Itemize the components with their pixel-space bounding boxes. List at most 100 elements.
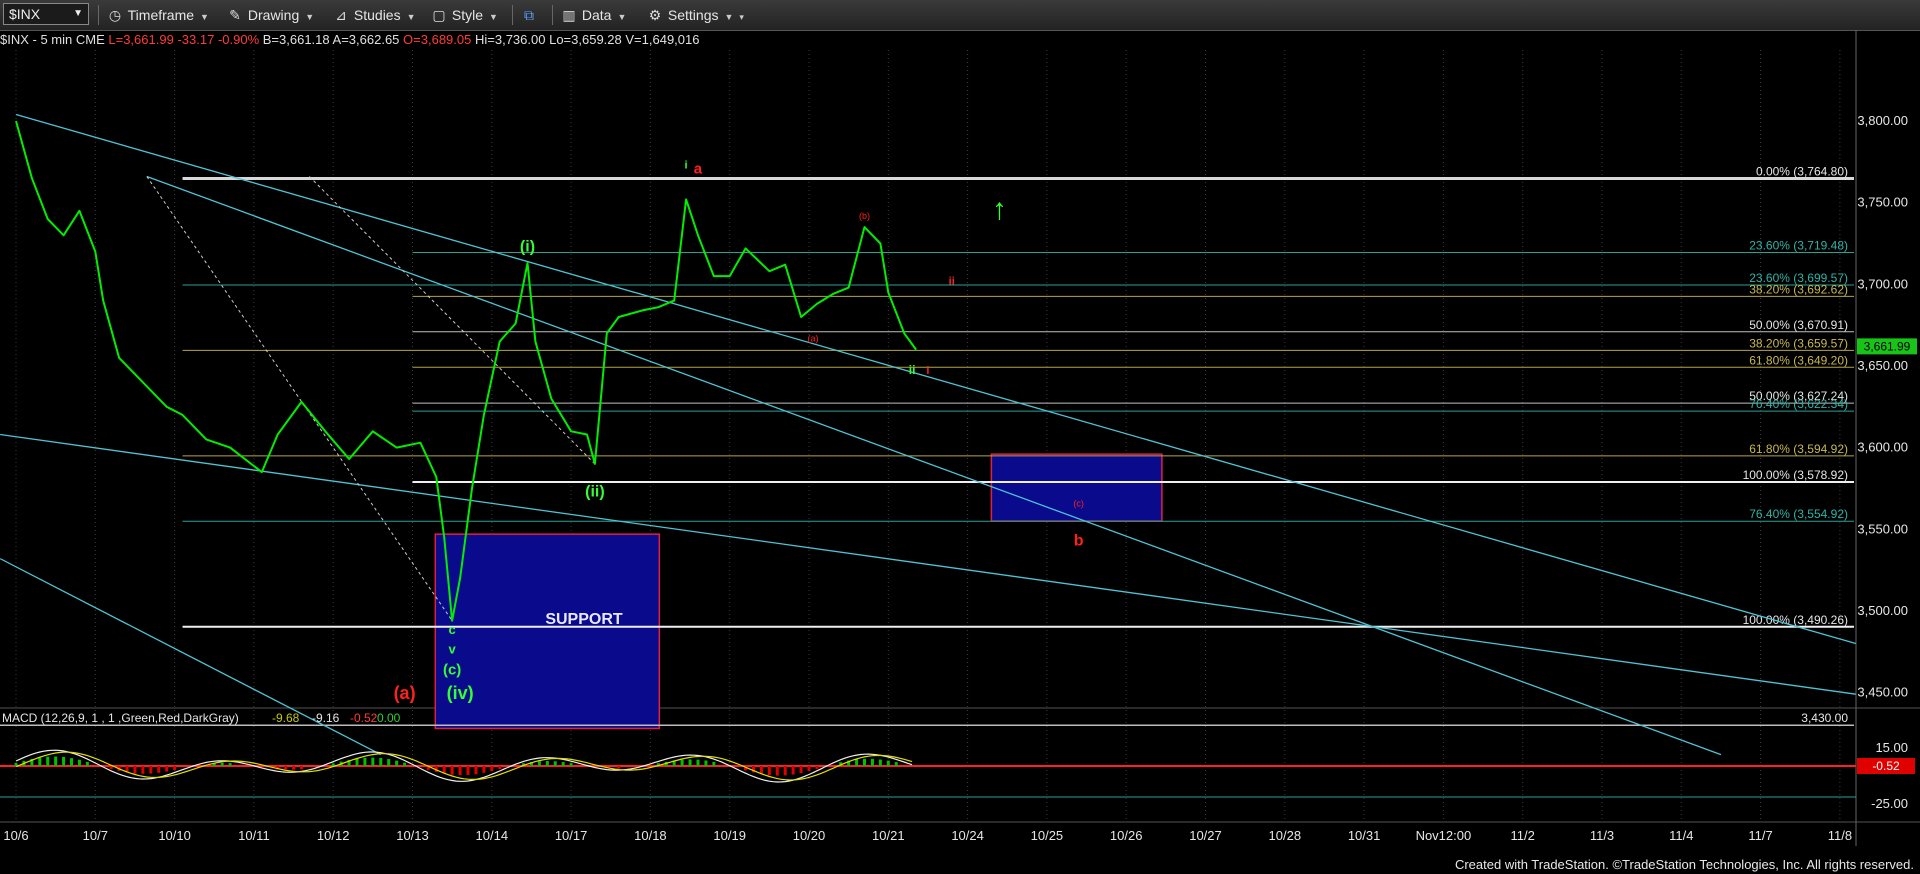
wave-label: i (926, 365, 929, 377)
macd-last-label: -0.52 (1872, 759, 1900, 773)
toolbar-divider (98, 5, 99, 25)
support-label: SUPPORT (545, 611, 623, 628)
toolbar-divider (552, 5, 553, 25)
window-layout-icon: ⧉ (524, 7, 534, 23)
x-tick-label: 10/20 (793, 828, 826, 843)
fib-level-label: 38.20% (3,659.57) (1749, 336, 1848, 350)
plot-area (0, 50, 1856, 710)
x-tick-label: 10/24 (951, 828, 984, 843)
x-tick-label: 10/27 (1189, 828, 1222, 843)
chevron-down-icon: ▼ (724, 12, 734, 22)
drawing-menu[interactable]: ✎ Drawing ▼ (226, 4, 314, 26)
macd-value: -9.68 (272, 711, 300, 725)
settings-menu[interactable]: ⚙ Settings ▼ ▾ (646, 4, 744, 26)
wave-label: c (449, 622, 456, 637)
macd-y-tick: -25.00 (1871, 796, 1908, 811)
y-tick-label: 3,650.00 (1857, 358, 1908, 373)
chevron-down-icon: ▼ (406, 12, 416, 22)
fib-level-label: 50.00% (3,670.91) (1749, 318, 1848, 332)
y-tick-label: 3,450.00 (1857, 685, 1908, 700)
x-tick-label: 10/10 (158, 828, 191, 843)
copyright-footer: Created with TradeStation. ©TradeStation… (1454, 857, 1914, 872)
macd-value: -9.16 (312, 711, 340, 725)
wave-label: (a) (394, 683, 416, 703)
fib-level-label: 0.00% (3,764.80) (1756, 164, 1848, 178)
x-tick-label: 10/6 (3, 828, 28, 843)
last-price-label: 3,661.99 (1864, 339, 1911, 353)
bar-chart-icon: ▥ (562, 7, 576, 23)
wave-label: v (449, 641, 457, 656)
y-tick-label: 3,750.00 (1857, 195, 1908, 210)
chevron-down-icon: ▾ (739, 12, 744, 22)
fib-level-label: 38.20% (3,692.62) (1749, 282, 1848, 296)
macd-value: -0.52 (350, 711, 378, 725)
fib-level-label: 100.00% (3,578.92) (1743, 468, 1848, 482)
x-tick-label: 10/21 (872, 828, 905, 843)
x-tick-label: 10/19 (713, 828, 746, 843)
studies-label: Studies (353, 7, 401, 23)
x-tick-label: 10/17 (555, 828, 588, 843)
x-tick-label: 10/31 (1348, 828, 1381, 843)
drawing-label: Drawing (247, 7, 300, 23)
studies-icon: ⊿ (335, 7, 347, 23)
x-tick-label: 10/12 (317, 828, 350, 843)
fib-level-label: 3,430.00 (1801, 711, 1848, 725)
clock-icon: ◷ (108, 7, 122, 23)
macd-value: 0.00 (377, 711, 401, 725)
fib-level-label: 23.60% (3,719.48) (1749, 238, 1848, 252)
window-button[interactable]: ⧉ (520, 4, 538, 26)
style-label: Style (451, 7, 484, 23)
data-label: Data (581, 7, 612, 23)
wave-label: (c) (443, 662, 461, 679)
wave-label: (b) (859, 211, 870, 221)
timeframe-menu[interactable]: ◷ Timeframe ▼ (106, 4, 209, 26)
wave-label: (i) (520, 239, 535, 256)
wave-label: (a) (807, 333, 818, 343)
chevron-down-icon: ▼ (617, 12, 627, 22)
y-tick-label: 3,800.00 (1857, 113, 1908, 128)
y-tick-label: 3,500.00 (1857, 603, 1908, 618)
macd-title: MACD (12,26,9, 1 , 1 ,Green,Red,DarkGray… (2, 711, 239, 725)
y-tick-label: 3,550.00 (1857, 521, 1908, 536)
symbol-input[interactable]: $INX ▼ (3, 3, 89, 25)
x-tick-label: Nov12:00 (1416, 828, 1472, 843)
chevron-down-icon[interactable]: ▼ (73, 4, 83, 24)
x-tick-label: 10/13 (396, 828, 429, 843)
symbol-label: $INX (9, 6, 41, 22)
x-tick-label: 10/14 (476, 828, 509, 843)
y-tick-label: 3,600.00 (1857, 440, 1908, 455)
gear-icon: ⚙ (648, 7, 662, 23)
style-menu[interactable]: ▢ Style ▼ (430, 4, 498, 26)
toolbar: $INX ▼ ◷ Timeframe ▼ ✎ Drawing ▼ ⊿ Studies ▼… (0, 0, 1920, 31)
x-tick-label: 11/3 (1590, 828, 1614, 843)
x-tick-label: 10/28 (1269, 828, 1302, 843)
toolbar-divider (512, 5, 513, 25)
wave-label: (ii) (585, 484, 605, 501)
target-zone-box (990, 453, 1163, 522)
wave-label: b (1074, 533, 1084, 550)
data-menu[interactable]: ▥ Data ▼ (560, 4, 626, 26)
x-tick-label: 11/8 (1828, 828, 1852, 843)
chevron-down-icon: ▼ (489, 12, 498, 22)
studies-menu[interactable]: ⊿ Studies ▼ (332, 4, 416, 26)
macd-y-tick: 15.00 (1875, 740, 1908, 755)
x-tick-label: 10/18 (634, 828, 667, 843)
wave-label: (iv) (447, 683, 474, 703)
x-tick-label: 10/11 (238, 828, 270, 843)
price-chart[interactable]: 10/6 10/7 10/10 10/11 10/12 10/13 10/14 10/17 10… (0, 30, 1920, 846)
chevron-down-icon: ▼ (305, 12, 315, 22)
x-tick-label: 10/25 (1031, 828, 1064, 843)
x-tick-label: 10/26 (1110, 828, 1143, 843)
fib-level-label: 61.80% (3,649.20) (1749, 353, 1848, 367)
fib-level-label: 76.40% (3,554.92) (1749, 507, 1848, 521)
wave-label: ii (949, 275, 955, 287)
wave-label: ii (909, 363, 916, 377)
x-tick-label: 11/4 (1669, 828, 1693, 843)
chevron-down-icon: ▼ (200, 12, 209, 22)
settings-label: Settings (667, 7, 719, 23)
wave-label: a (694, 160, 703, 177)
timeframe-label: Timeframe (127, 7, 195, 23)
x-tick-label: 11/7 (1748, 828, 1772, 843)
fib-level-label: 61.80% (3,594.92) (1749, 442, 1848, 456)
wave-label: i (685, 159, 688, 171)
